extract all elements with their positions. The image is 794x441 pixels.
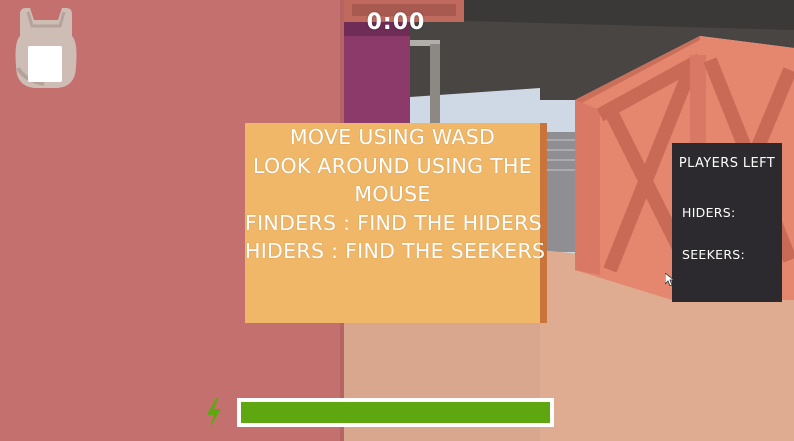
instruction-line: MOVE USING WASD — [289, 125, 496, 149]
seekers-count-label: SEEKERS: — [682, 247, 746, 262]
instruction-line: HIDERS : FIND THE SEEKERS — [245, 239, 546, 263]
players-left-panel: PLAYERS LEFT HIDERS: SEEKERS: — [672, 143, 782, 302]
instruction-line: MOUSE — [354, 182, 431, 206]
stamina-bar — [237, 398, 554, 427]
players-left-title: PLAYERS LEFT — [678, 156, 776, 171]
hiders-count-label: HIDERS: — [682, 205, 736, 220]
inventory-backpack[interactable] — [14, 6, 80, 92]
inventory-slot[interactable] — [28, 46, 62, 82]
instruction-line: LOOK AROUND USING THE — [253, 153, 532, 178]
mouse-cursor-icon — [665, 273, 674, 286]
instruction-line: FINDERS : FIND THE HIDERS — [245, 210, 542, 235]
round-timer: 0:00 — [366, 10, 426, 35]
stamina-fill — [241, 402, 550, 423]
lightning-bolt-icon — [207, 398, 221, 428]
instructions-panel: MOVE USING WASD LOOK AROUND USING THE MO… — [245, 123, 547, 323]
